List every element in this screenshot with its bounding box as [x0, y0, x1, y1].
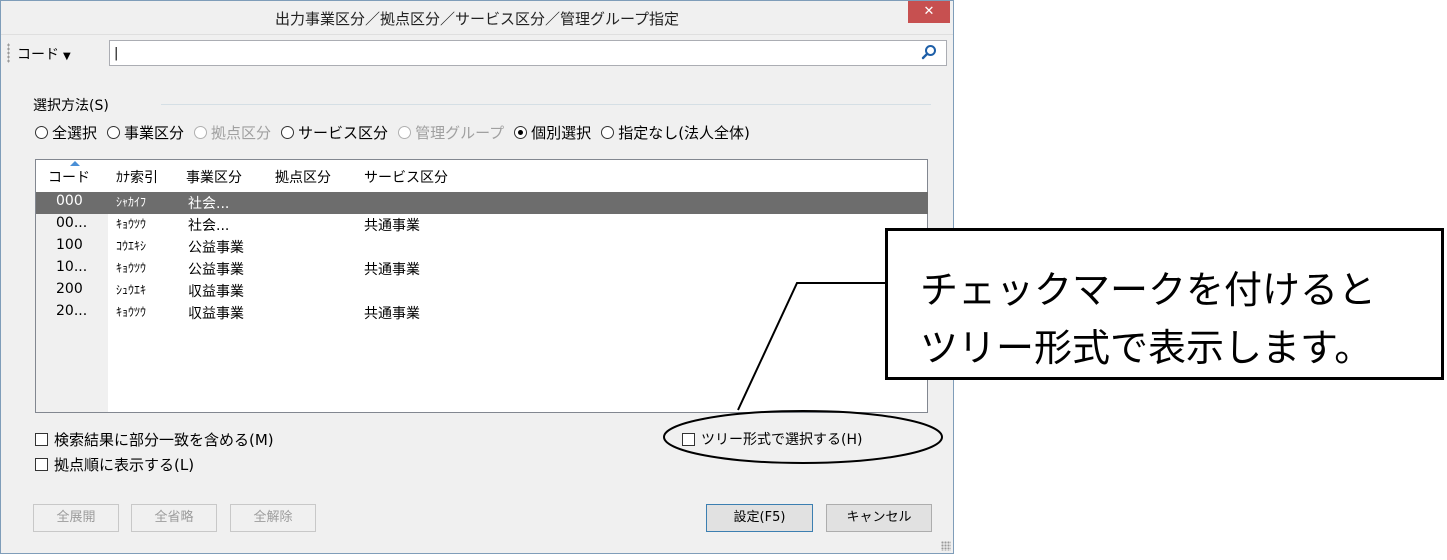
column-header-service[interactable]: サービス区分 [364, 167, 448, 187]
radio-label: 事業区分 [124, 123, 185, 142]
radio-select-all[interactable]: 全選択 [35, 122, 97, 143]
annotation-callout: チェックマークを付けると ツリー形式で表示します。 [885, 228, 1444, 380]
cell-kana: ｼｭｳｴｷ [116, 283, 147, 297]
radio-dot [514, 125, 528, 139]
cell-service: 共通事業 [364, 218, 420, 234]
tree-select-checkbox[interactable]: ツリー形式で選択する(H) [682, 429, 862, 449]
search-field-label: コード [17, 47, 59, 63]
radio-unspecified[interactable]: 指定なし(法人全体) [601, 122, 750, 143]
cell-kana: ｷｮｳﾂｳ [116, 305, 147, 319]
radio-business[interactable]: 事業区分 [107, 122, 184, 143]
collapse-all-button[interactable]: 全省略 [131, 504, 217, 532]
cell-kana: ｺｳｴｷｼ [116, 239, 147, 253]
radio-dot [398, 125, 412, 139]
radio-base: 拠点区分 [194, 122, 271, 143]
radio-dot [35, 125, 48, 139]
radio-management-group: 管理グループ [398, 122, 504, 143]
radio-dot [601, 125, 615, 139]
checkbox-label: 拠点順に表示する(L) [54, 456, 195, 474]
table-row[interactable]: 20... ｷｮｳﾂｳ 収益事業 共通事業 [36, 302, 928, 324]
radio-dot [281, 125, 295, 139]
callout-line-1: チェックマークを付けると [920, 268, 1377, 312]
cell-code: 200 [56, 281, 83, 297]
cell-code: 20... [56, 303, 88, 319]
close-button[interactable]: ✕ [908, 1, 950, 23]
cell-business: 収益事業 [188, 284, 244, 300]
close-icon: ✕ [923, 4, 935, 19]
checkbox-label: ツリー形式で選択する(H) [701, 432, 863, 448]
checkbox-box [682, 432, 695, 446]
clear-all-button[interactable]: 全解除 [230, 504, 316, 532]
partial-match-checkbox[interactable]: 検索結果に部分一致を含める(M) [35, 429, 274, 450]
radio-label: 拠点区分 [211, 123, 272, 142]
radio-dot [194, 125, 208, 139]
sort-ascending-icon [70, 161, 80, 166]
checkbox-label: 検索結果に部分一致を含める(M) [54, 431, 274, 449]
radio-dot [107, 125, 121, 139]
search-field-dropdown[interactable]: コード ▼ [17, 44, 71, 64]
radio-service[interactable]: サービス区分 [281, 122, 388, 143]
checkbox-box [35, 458, 48, 471]
cell-kana: ｷｮｳﾂｳ [116, 217, 147, 231]
search-bar: コード ▼ [7, 39, 947, 67]
selection-method-group: 全選択 事業区分 拠点区分 サービス区分 管理グループ 個別選択 指定なし(法人… [35, 121, 760, 143]
search-icon[interactable] [921, 44, 937, 60]
cell-business: 公益事業 [188, 262, 244, 278]
checkbox-box [35, 433, 48, 446]
cell-business: 公益事業 [188, 240, 244, 256]
table-row[interactable]: 00... ｷｮｳﾂｳ 社会... 共通事業 [36, 214, 928, 236]
toolbar-grip[interactable] [7, 43, 10, 63]
selection-method-label: 選択方法(S) [33, 98, 109, 114]
cell-code: 000 [56, 193, 83, 209]
cell-business: 社会... [188, 218, 230, 234]
cell-business: 収益事業 [188, 306, 244, 322]
cell-code: 100 [56, 237, 83, 253]
resize-grip[interactable] [941, 541, 951, 551]
expand-all-button[interactable]: 全展開 [33, 504, 119, 532]
radio-label: サービス区分 [298, 123, 389, 142]
table-row[interactable]: 000 ｼｬｶｲﾌ 社会... [36, 192, 928, 214]
title-bar: 出力事業区分／拠点区分／サービス区分／管理グループ指定 ✕ [1, 1, 953, 35]
search-input[interactable] [109, 40, 947, 66]
cell-code: 00... [56, 215, 88, 231]
window-title: 出力事業区分／拠点区分／サービス区分／管理グループ指定 [274, 10, 680, 28]
callout-text: チェックマークを付けると ツリー形式で表示します。 [920, 261, 1376, 377]
cell-code: 10... [56, 259, 88, 275]
radio-individual[interactable]: 個別選択 [514, 122, 591, 143]
cell-business: 社会... [188, 196, 230, 212]
callout-line-2: ツリー形式で表示します。 [920, 326, 1373, 370]
column-header-code[interactable]: コード [48, 167, 90, 187]
cell-kana: ｷｮｳﾂｳ [116, 261, 147, 275]
group-divider [161, 104, 931, 105]
cell-service: 共通事業 [364, 306, 420, 322]
column-header-kana[interactable]: ｶﾅ索引 [116, 167, 158, 187]
table-row[interactable]: 100 ｺｳｴｷｼ 公益事業 [36, 236, 928, 258]
table-row[interactable]: 200 ｼｭｳｴｷ 収益事業 [36, 280, 928, 302]
radio-label: 個別選択 [531, 123, 592, 142]
dialog-window: 出力事業区分／拠点区分／サービス区分／管理グループ指定 ✕ コード ▼ 選択方法(… [0, 0, 954, 554]
ok-button[interactable]: 設定(F5) [706, 504, 813, 532]
cell-kana: ｼｬｶｲﾌ [116, 195, 147, 209]
chevron-down-icon: ▼ [63, 51, 71, 62]
radio-label: 管理グループ [415, 123, 505, 142]
radio-label: 全選択 [52, 123, 98, 142]
result-list[interactable]: コード ｶﾅ索引 事業区分 拠点区分 サービス区分 000 ｼｬｶｲﾌ 社会..… [35, 159, 928, 413]
column-header-business[interactable]: 事業区分 [186, 167, 242, 187]
base-order-checkbox[interactable]: 拠点順に表示する(L) [35, 454, 194, 475]
radio-label: 指定なし(法人全体) [618, 123, 750, 142]
column-header-base[interactable]: 拠点区分 [275, 167, 331, 187]
cell-service: 共通事業 [364, 262, 420, 278]
table-row[interactable]: 10... ｷｮｳﾂｳ 公益事業 共通事業 [36, 258, 928, 280]
cancel-button[interactable]: キャンセル [826, 504, 932, 532]
list-header: コード ｶﾅ索引 事業区分 拠点区分 サービス区分 [36, 160, 927, 192]
